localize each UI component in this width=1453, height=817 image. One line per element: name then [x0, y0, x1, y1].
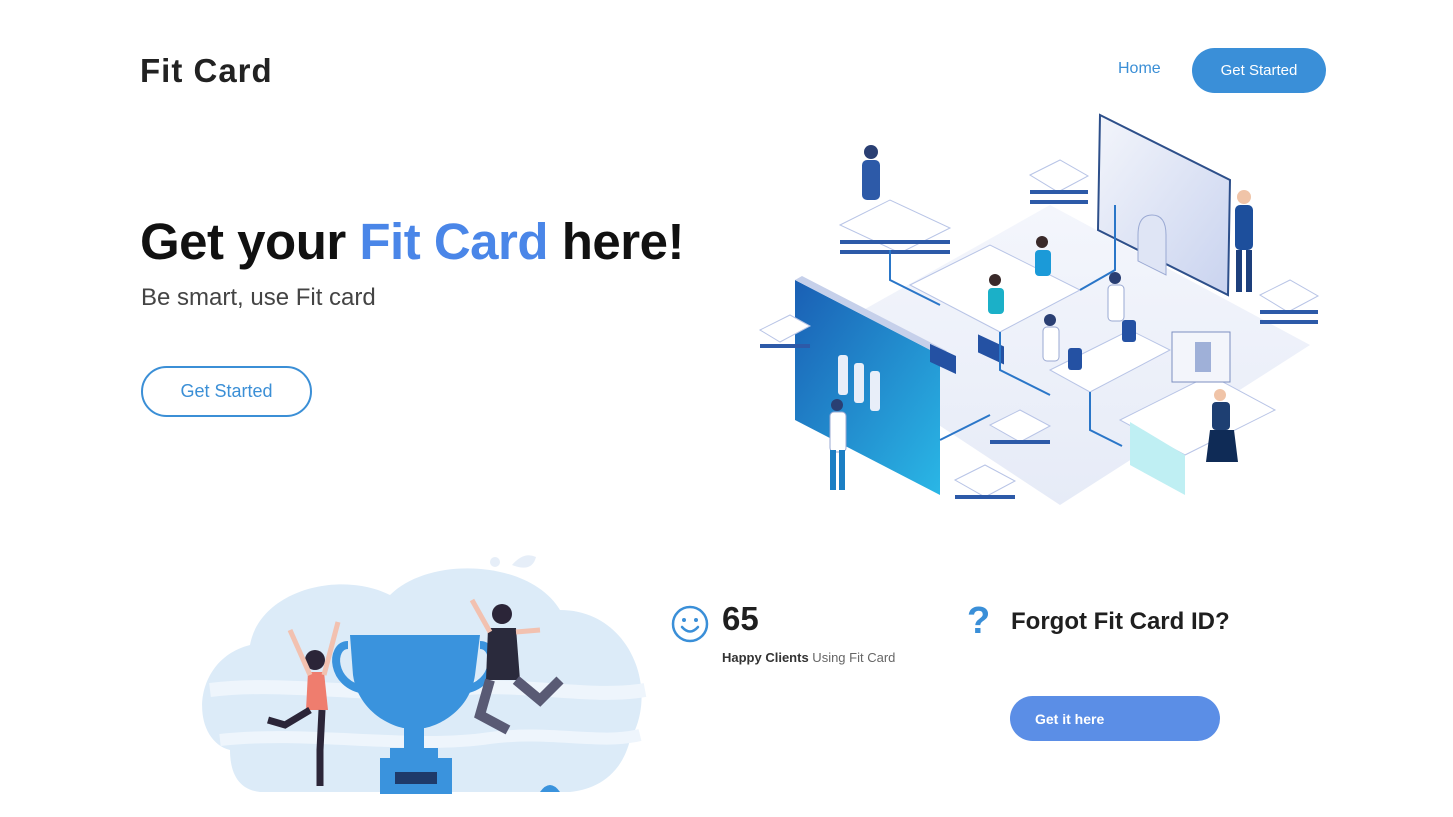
question-icon: ?	[967, 600, 991, 642]
hero-title-accent: Fit Card	[359, 213, 549, 270]
brand-logo[interactable]: Fit Card	[140, 52, 273, 90]
hero-title-suffix: here!	[548, 213, 685, 270]
smile-icon	[671, 605, 709, 643]
happy-clients-count: 65	[722, 600, 759, 637]
trophy-celebration-illustration	[202, 555, 647, 794]
forgot-id-section: ? Forgot Fit Card ID? Get it here	[965, 600, 1245, 750]
isometric-lab-office-illustration	[758, 113, 1320, 505]
happy-clients-caption-bold: Happy Clients	[722, 650, 809, 665]
hero-subtitle: Be smart, use Fit card	[141, 284, 376, 311]
nav-home-link[interactable]: Home	[1118, 60, 1161, 78]
happy-clients-caption: Happy Clients Using Fit Card	[722, 650, 895, 665]
forgot-id-title: Forgot Fit Card ID?	[1011, 608, 1230, 635]
hero-get-started-button[interactable]: Get Started	[141, 366, 312, 417]
nav-get-started-button[interactable]: Get Started	[1192, 48, 1326, 93]
get-it-here-button[interactable]: Get it here	[1010, 696, 1220, 741]
happy-clients-caption-rest: Using Fit Card	[808, 650, 896, 665]
site-header: Fit Card Home Get Started	[0, 0, 1453, 120]
hero-title-prefix: Get your	[140, 213, 360, 270]
hero-title: Get your Fit Card here!	[140, 212, 684, 271]
happy-clients-stat: 65 Happy Clients Using Fit Card	[670, 600, 930, 680]
